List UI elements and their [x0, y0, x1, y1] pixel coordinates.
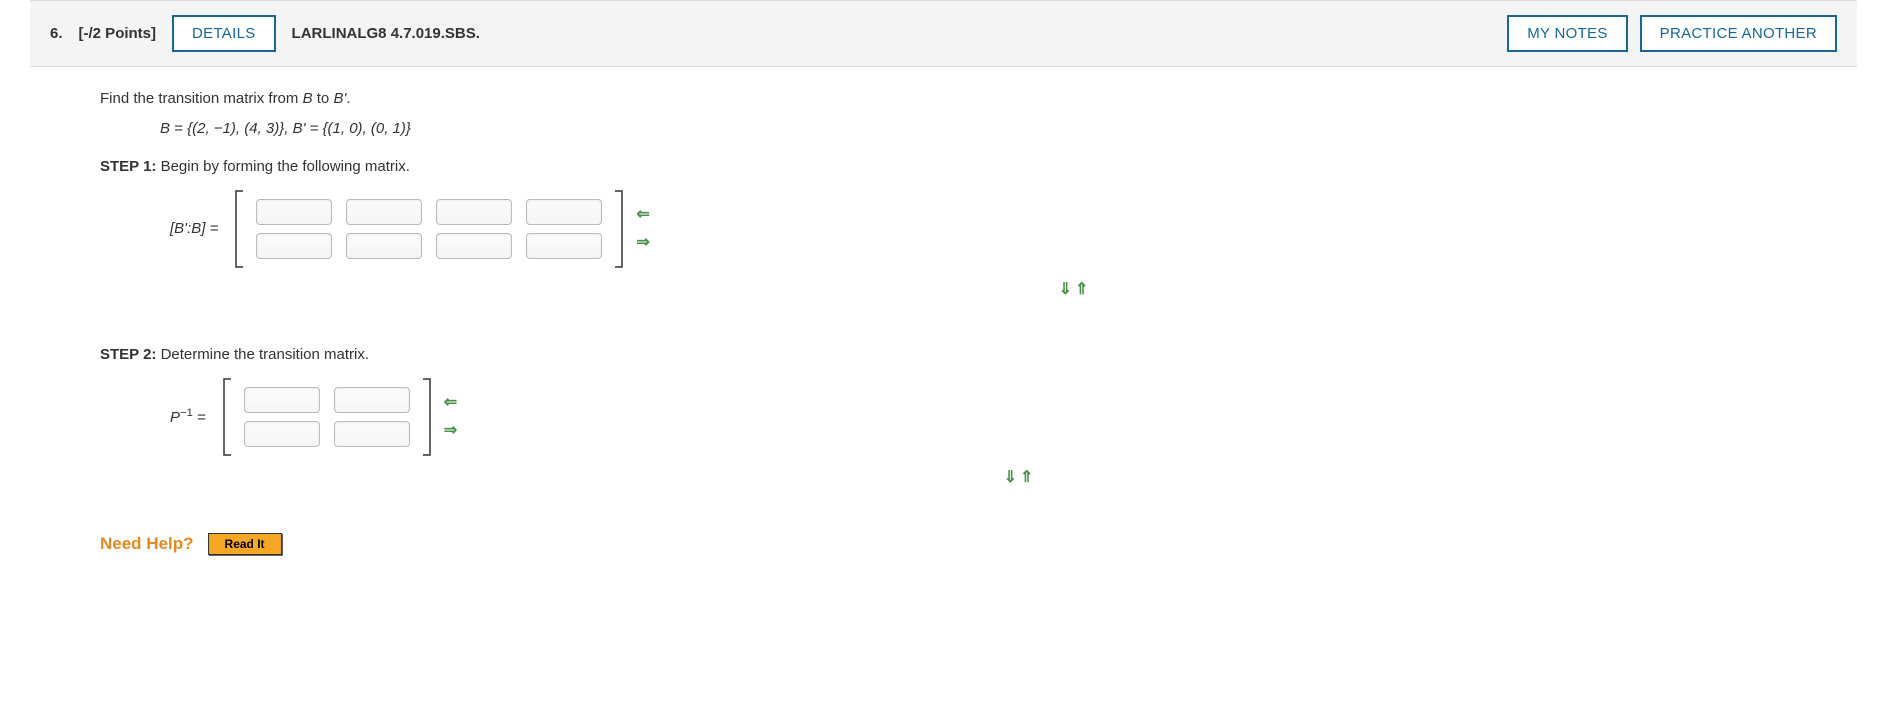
prompt-text: Find the transition matrix from B to B'.: [100, 87, 1787, 111]
question-number: 6.: [50, 25, 63, 42]
resize-horiz-icon[interactable]: ⇐ ⇒: [636, 202, 649, 255]
table-row: [256, 199, 602, 225]
step2-text: Determine the transition matrix.: [156, 346, 369, 363]
arrow-right-icon: ⇒: [636, 230, 649, 256]
resize-horiz-icon[interactable]: ⇐ ⇒: [444, 390, 457, 443]
matrix2-block: P−1 = ⇐ ⇒: [170, 377, 1787, 457]
matrix1-label: [B':B] =: [170, 217, 218, 241]
matrix1-r2c3[interactable]: [436, 233, 512, 259]
prompt-Bprime: B': [333, 90, 346, 107]
step1-row: STEP 1: Begin by forming the following m…: [100, 155, 1787, 179]
right-bracket-icon: [422, 377, 432, 457]
step2-label: STEP 2:: [100, 346, 156, 363]
table-row: [244, 387, 410, 413]
prompt-segment: to: [313, 90, 334, 107]
arrow-up-icon: ⇑: [1020, 465, 1033, 491]
matrix2-r1c2[interactable]: [334, 387, 410, 413]
matrix1-cells: [254, 195, 604, 263]
matrix2-label: P−1 =: [170, 404, 206, 430]
table-row: [256, 233, 602, 259]
details-button[interactable]: DETAILS: [172, 15, 276, 52]
matrix2-eq: =: [193, 409, 206, 426]
left-bracket-icon: [234, 189, 244, 269]
step1-label: STEP 1:: [100, 158, 156, 175]
right-bracket-icon: [614, 189, 624, 269]
matrix1-r2c4[interactable]: [526, 233, 602, 259]
matrix2-r2c1[interactable]: [244, 421, 320, 447]
matrix1-r2c1[interactable]: [256, 233, 332, 259]
resize-vert-icon[interactable]: ⇓ ⇑: [360, 277, 1787, 303]
question-reference: LARLINALG8 4.7.019.SBS.: [292, 25, 480, 42]
prompt-segment: .: [346, 90, 350, 107]
arrow-down-icon: ⇓: [1059, 277, 1072, 303]
matrix2-r2c2[interactable]: [334, 421, 410, 447]
question-body: Find the transition matrix from B to B'.…: [30, 87, 1857, 577]
rb-eq: ] =: [201, 220, 218, 237]
page-wrapper: 6. [-/2 Points] DETAILS LARLINALG8 4.7.0…: [0, 0, 1887, 577]
matrix1-B: B: [191, 220, 201, 237]
matrix1-r1c2[interactable]: [346, 199, 422, 225]
matrix1-block: [B':B] =: [170, 189, 1787, 269]
arrow-down-icon: ⇓: [1004, 465, 1017, 491]
arrow-right-icon: ⇒: [444, 418, 457, 444]
matrix2-exp: −1: [180, 407, 193, 419]
matrix1-r2c2[interactable]: [346, 233, 422, 259]
need-help-label: Need Help?: [100, 530, 194, 557]
matrix2-cells: [242, 383, 412, 451]
arrow-left-icon: ⇐: [444, 390, 457, 416]
matrix1-r1c3[interactable]: [436, 199, 512, 225]
arrow-up-icon: ⇑: [1075, 277, 1088, 303]
step1-text: Begin by forming the following matrix.: [156, 158, 409, 175]
prompt-B: B: [303, 90, 313, 107]
header-right: MY NOTES PRACTICE ANOTHER: [1507, 15, 1837, 52]
matrix1-r1c1[interactable]: [256, 199, 332, 225]
spacer: [100, 303, 1787, 343]
read-it-button[interactable]: Read It: [208, 533, 282, 555]
step2-row: STEP 2: Determine the transition matrix.: [100, 343, 1787, 367]
prompt-segment: Find the transition matrix from: [100, 90, 303, 107]
my-notes-button[interactable]: MY NOTES: [1507, 15, 1627, 52]
resize-vert-icon[interactable]: ⇓ ⇑: [250, 465, 1787, 491]
matrix1-r1c4[interactable]: [526, 199, 602, 225]
header-left: 6. [-/2 Points] DETAILS LARLINALG8 4.7.0…: [50, 15, 480, 52]
arrow-left-icon: ⇐: [636, 202, 649, 228]
table-row: [244, 421, 410, 447]
left-bracket-icon: [222, 377, 232, 457]
matrix2-P: P: [170, 409, 180, 426]
basis-equation: B = {(2, −1), (4, 3)}, B' = {(1, 0), (0,…: [160, 117, 1787, 141]
matrix1-Bprime: B': [174, 220, 187, 237]
matrix2-r1c1[interactable]: [244, 387, 320, 413]
practice-another-button[interactable]: PRACTICE ANOTHER: [1640, 15, 1837, 52]
points-label: [-/2 Points]: [79, 25, 157, 42]
help-row: Need Help? Read It: [100, 530, 1787, 557]
question-header: 6. [-/2 Points] DETAILS LARLINALG8 4.7.0…: [30, 0, 1857, 67]
